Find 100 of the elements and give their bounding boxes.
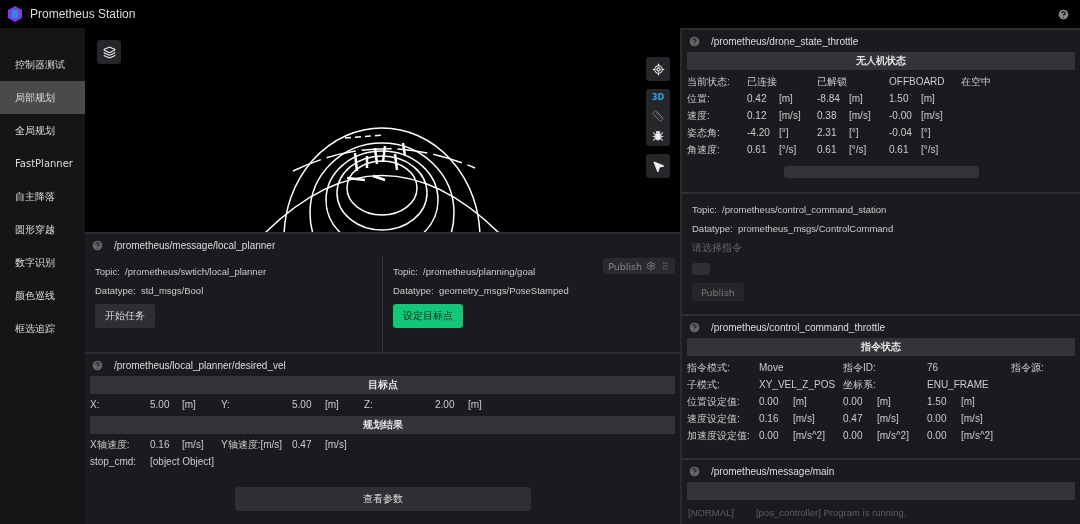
log-message: [pos_controller] Program is running. xyxy=(755,506,907,518)
view-mode-button[interactable]: 3D xyxy=(651,93,665,102)
field-value: [°/s] xyxy=(921,144,940,155)
sidebar-item[interactable]: 框选追踪 xyxy=(0,312,85,345)
field-value: [m/s] xyxy=(325,439,348,450)
field-value: [m] xyxy=(849,93,864,104)
field-value: [m] xyxy=(182,399,197,410)
field-value: 0.61 xyxy=(817,144,838,155)
field-value: [m/s] xyxy=(961,413,984,424)
field-value: 0.16 xyxy=(759,413,780,424)
field-value: 已连接 xyxy=(747,74,778,89)
field-value: [m] xyxy=(877,396,892,407)
field-value: [m/s^2] xyxy=(961,430,994,441)
field-value: 0.00 xyxy=(759,396,780,407)
field-value: -0.04 xyxy=(889,127,913,138)
field-value: [m] xyxy=(921,93,936,104)
section-heading: 目标点 xyxy=(90,376,675,394)
field-label: 子模式: xyxy=(687,377,721,392)
field-label: 位置: xyxy=(687,91,711,106)
panel-title: /prometheus/local_planner/desired_vel xyxy=(114,359,286,371)
field-value: 2.00 xyxy=(435,399,456,410)
field-value: [m/s] xyxy=(849,110,872,121)
field-value: 76 xyxy=(927,362,940,373)
field-value: [°] xyxy=(921,127,932,138)
sidebar-item[interactable]: 数字识别 xyxy=(0,246,85,279)
field-value: 已解锁 xyxy=(817,74,848,89)
sidebar-item[interactable]: 控制器测试 xyxy=(0,48,85,81)
field-value: [m] xyxy=(961,396,976,407)
field-value: 0.00 xyxy=(927,430,948,441)
field-value: [object Object] xyxy=(150,456,214,467)
topic-text: Topic: /prometheus/control_command_station xyxy=(692,204,887,215)
help-icon[interactable] xyxy=(688,464,701,478)
sidebar-item[interactable]: 局部规划 xyxy=(0,81,85,114)
field-value: [m] xyxy=(779,93,794,104)
field-label: 加速度设定值: xyxy=(687,428,751,443)
field-value: 0.16 xyxy=(150,439,171,450)
datatype-text: Datatype: prometheus_msgs/ControlCommand xyxy=(692,223,894,234)
field-value: Move xyxy=(759,362,785,373)
field-value: 0.47 xyxy=(292,439,313,450)
publish-label: Publish xyxy=(608,260,642,272)
field-label: 当前状态: xyxy=(687,74,731,89)
field-value: 1.50 xyxy=(927,396,948,407)
ruler-icon[interactable] xyxy=(652,110,664,122)
crosshair-icon xyxy=(651,62,665,76)
app-title: Prometheus Station xyxy=(30,7,137,21)
field-label: X轴速度: xyxy=(90,437,131,452)
field-value: OFFBOARD xyxy=(889,76,946,87)
action-button[interactable]: 开始任务 xyxy=(95,304,155,328)
panel-title: /prometheus/control_command_throttle xyxy=(711,321,885,333)
field-label: 指令模式: xyxy=(687,360,731,375)
layers-icon xyxy=(102,45,116,59)
layers-button[interactable] xyxy=(97,40,121,64)
section-heading: 无人机状态 xyxy=(687,52,1075,70)
publish-chip[interactable]: Publish xyxy=(603,258,675,274)
field-value: -4.20 xyxy=(747,127,771,138)
sidebar-item[interactable]: 圆形穿越 xyxy=(0,213,85,246)
help-icon[interactable] xyxy=(91,358,104,372)
grip-icon[interactable] xyxy=(660,261,670,271)
field-value: 0.00 xyxy=(843,396,864,407)
pointer-button[interactable] xyxy=(646,154,670,178)
sidebar-item[interactable]: FastPlanner xyxy=(0,147,85,180)
field-value: [°] xyxy=(779,127,790,138)
section-heading: 规划结果 xyxy=(90,416,675,434)
view-params-button[interactable]: 查看参数 xyxy=(234,487,531,511)
field-value: -8.84 xyxy=(817,93,841,104)
field-value: [m/s^2] xyxy=(793,430,826,441)
bug-icon[interactable] xyxy=(652,130,664,142)
sidebar-item[interactable]: 自主降落 xyxy=(0,180,85,213)
help-icon[interactable] xyxy=(688,34,701,48)
field-value: [m] xyxy=(325,399,340,410)
settings-icon[interactable] xyxy=(646,261,656,271)
field-value: 0.00 xyxy=(843,430,864,441)
field-value: [m/s] xyxy=(793,413,816,424)
log-level: [NORMAL] xyxy=(688,506,734,518)
panel-title: /prometheus/message/local_planner xyxy=(114,239,276,251)
sidebar-item[interactable]: 全局规划 xyxy=(0,114,85,147)
field-label: stop_cmd: xyxy=(90,456,138,467)
field-value: 0.00 xyxy=(759,430,780,441)
help-icon[interactable] xyxy=(688,320,701,334)
field-value: 0.12 xyxy=(747,110,768,121)
datatype-text: Datatype: std_msgs/Bool xyxy=(95,285,204,296)
help-icon[interactable] xyxy=(91,238,104,252)
locate-button[interactable] xyxy=(646,57,670,81)
panel-title: /prometheus/drone_state_throttle xyxy=(711,35,859,47)
field-value: 指令ID: xyxy=(843,360,877,375)
field-value: 0.47 xyxy=(843,413,864,424)
help-icon[interactable] xyxy=(1057,7,1070,21)
field-value: 0.38 xyxy=(817,110,838,121)
sidebar-item[interactable]: 颜色巡线 xyxy=(0,279,85,312)
field-value: 0.00 xyxy=(927,413,948,424)
datatype-text: Datatype: geometry_msgs/PoseStamped xyxy=(393,285,569,296)
topic-text: Topic: /prometheus/swtich/local_planner xyxy=(95,266,267,277)
field-value: 坐标系: xyxy=(843,377,877,392)
field-value: [°/s] xyxy=(779,144,798,155)
field-value: [m/s] xyxy=(877,413,900,424)
field-value: [m/s] xyxy=(182,439,205,450)
field-label: X: xyxy=(90,399,101,410)
field-value: ENU_FRAME xyxy=(927,379,989,390)
field-value: 5.00 xyxy=(292,399,313,410)
action-button[interactable]: 设定目标点 xyxy=(393,304,463,328)
